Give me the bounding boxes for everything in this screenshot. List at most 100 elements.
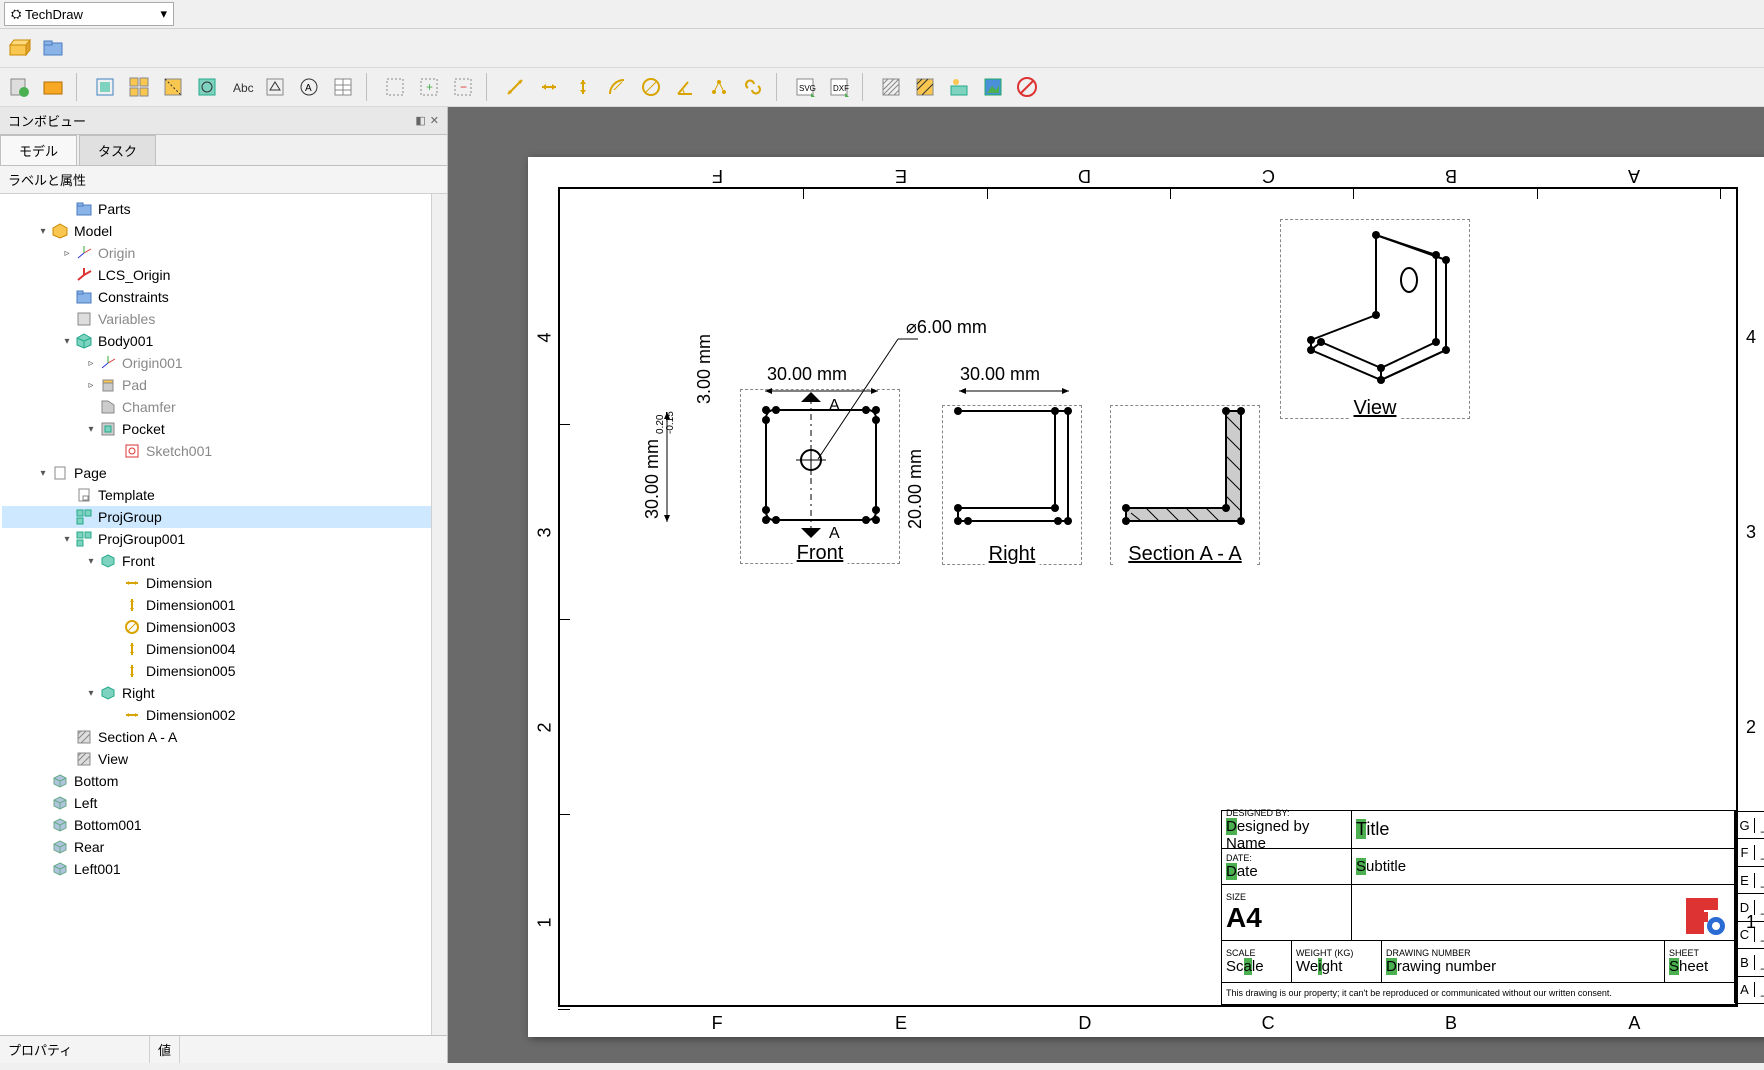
dim-3pt-angle-button[interactable]: [704, 72, 734, 102]
tree-item-constraints[interactable]: Constraints: [2, 286, 445, 308]
tree-item-projgroup[interactable]: ProjGroup: [2, 506, 445, 528]
clip-remove-button[interactable]: −: [448, 72, 478, 102]
clip-add-button[interactable]: +: [414, 72, 444, 102]
draft-view-button[interactable]: [260, 72, 290, 102]
view-label-front: Front: [793, 542, 848, 565]
hatch-button[interactable]: [876, 72, 906, 102]
export-dxf-button[interactable]: DXF: [824, 72, 854, 102]
view-right[interactable]: Right: [942, 405, 1082, 565]
workbench-name: TechDraw: [25, 7, 83, 22]
tree-item-dimension001[interactable]: Dimension001: [2, 594, 445, 616]
clip-group-button[interactable]: [380, 72, 410, 102]
dim-front-hole: ⌀6.00 mm: [906, 317, 987, 338]
tree-item-dimension004[interactable]: Dimension004: [2, 638, 445, 660]
dim-v-icon: [122, 596, 142, 614]
title-block: DESIGNED BY: Designed by Name Title DATE…: [1221, 810, 1736, 1005]
view-iso[interactable]: View: [1280, 219, 1470, 419]
tree-item-sketch001[interactable]: Sketch001: [2, 440, 445, 462]
dim-v-icon: [122, 640, 142, 658]
tree-item-model[interactable]: ▾Model: [2, 220, 445, 242]
tree-item-dimension002[interactable]: Dimension002: [2, 704, 445, 726]
zone-top-B: B: [1445, 165, 1457, 186]
dim-diameter-button[interactable]: [636, 72, 666, 102]
multi-view-button[interactable]: [124, 72, 154, 102]
tree-item-template[interactable]: Template: [2, 484, 445, 506]
zone-top-D: D: [1078, 165, 1091, 186]
dim-radius-button[interactable]: [602, 72, 632, 102]
insert-view-button[interactable]: [90, 72, 120, 102]
arch-view-button[interactable]: A: [294, 72, 324, 102]
box-icon: [50, 794, 70, 812]
toggle-frame-button[interactable]: [1012, 72, 1042, 102]
tab-model[interactable]: モデル: [0, 135, 77, 165]
geom-hatch-button[interactable]: [910, 72, 940, 102]
tab-task[interactable]: タスク: [79, 135, 156, 165]
tree-item-body001[interactable]: ▾Body001: [2, 330, 445, 352]
section-view-button[interactable]: [158, 72, 188, 102]
zone-right-4: 4: [1746, 327, 1756, 348]
dim-horizontal-button[interactable]: [534, 72, 564, 102]
dim-angle-button[interactable]: [670, 72, 700, 102]
annotation-button[interactable]: Abc: [226, 72, 256, 102]
image-button[interactable]: [978, 72, 1008, 102]
tree-item-left001[interactable]: Left001: [2, 858, 445, 880]
close-panel-icon[interactable]: ✕: [430, 114, 439, 127]
tree-item-bottom001[interactable]: Bottom001: [2, 814, 445, 836]
tree-scrollbar[interactable]: [431, 194, 447, 1035]
var-icon: [74, 310, 94, 328]
tree-item-pocket[interactable]: ▾Pocket: [2, 418, 445, 440]
new-part-button[interactable]: [4, 33, 34, 63]
folder-button[interactable]: [38, 33, 68, 63]
undock-icon[interactable]: ◧: [415, 114, 425, 127]
new-page-button[interactable]: [4, 72, 34, 102]
section-icon: [74, 750, 94, 768]
svg-text:A: A: [305, 83, 312, 94]
tree-item-variables[interactable]: Variables: [2, 308, 445, 330]
export-svg-button[interactable]: SVG: [790, 72, 820, 102]
open-page-button[interactable]: [38, 72, 68, 102]
box-icon: [50, 860, 70, 878]
tree-item-left[interactable]: Left: [2, 792, 445, 814]
workbench-selector[interactable]: ⛭ TechDraw ▾: [4, 2, 174, 26]
tree-item-page[interactable]: ▾Page: [2, 462, 445, 484]
tree-item-dimension005[interactable]: Dimension005: [2, 660, 445, 682]
tree-item-dimension[interactable]: Dimension: [2, 572, 445, 594]
axis-red-icon: [74, 266, 94, 284]
tree-item-view[interactable]: View: [2, 748, 445, 770]
zone-top-F: F: [712, 165, 723, 186]
tree-item-lcs_origin[interactable]: LCS_Origin: [2, 264, 445, 286]
zone-left-4: 4: [535, 332, 556, 342]
dim-front-tol-bot: -0.15: [665, 411, 676, 434]
rev-C: C_: [1735, 922, 1764, 949]
pad-icon: [98, 376, 118, 394]
view-section[interactable]: Section A - A: [1110, 405, 1260, 565]
tree-item-bottom[interactable]: Bottom: [2, 770, 445, 792]
tree-item-origin[interactable]: ▹Origin: [2, 242, 445, 264]
view-label-right: Right: [985, 543, 1040, 566]
drawing-canvas[interactable]: FEDCBA FEDCBA 4321 4321 A A: [448, 107, 1764, 1063]
tree-item-front[interactable]: ▾Front: [2, 550, 445, 572]
rev-E: E_: [1735, 867, 1764, 894]
tree-item-chamfer[interactable]: Chamfer: [2, 396, 445, 418]
tree-item-parts[interactable]: Parts: [2, 198, 445, 220]
tree-item-pad[interactable]: ▹Pad: [2, 374, 445, 396]
detail-view-button[interactable]: [192, 72, 222, 102]
tree-item-right[interactable]: ▾Right: [2, 682, 445, 704]
dim-length-button[interactable]: [500, 72, 530, 102]
tree-item-rear[interactable]: Rear: [2, 836, 445, 858]
page-icon: [50, 464, 70, 482]
tree-item-section-a---a[interactable]: Section A - A: [2, 726, 445, 748]
zone-bottom-A: A: [1628, 1013, 1640, 1034]
symbol-button[interactable]: [944, 72, 974, 102]
dim-link-button[interactable]: [738, 72, 768, 102]
gear-icon: ⛭: [11, 6, 21, 22]
tree-column-header: ラベルと属性: [0, 166, 447, 194]
box-icon: [50, 838, 70, 856]
dim-vertical-button[interactable]: [568, 72, 598, 102]
tree-item-projgroup001[interactable]: ▾ProjGroup001: [2, 528, 445, 550]
zone-right-3: 3: [1746, 522, 1756, 543]
tree-item-dimension003[interactable]: Dimension003: [2, 616, 445, 638]
view3d-icon: [98, 684, 118, 702]
spreadsheet-button[interactable]: [328, 72, 358, 102]
tree-item-origin001[interactable]: ▹Origin001: [2, 352, 445, 374]
